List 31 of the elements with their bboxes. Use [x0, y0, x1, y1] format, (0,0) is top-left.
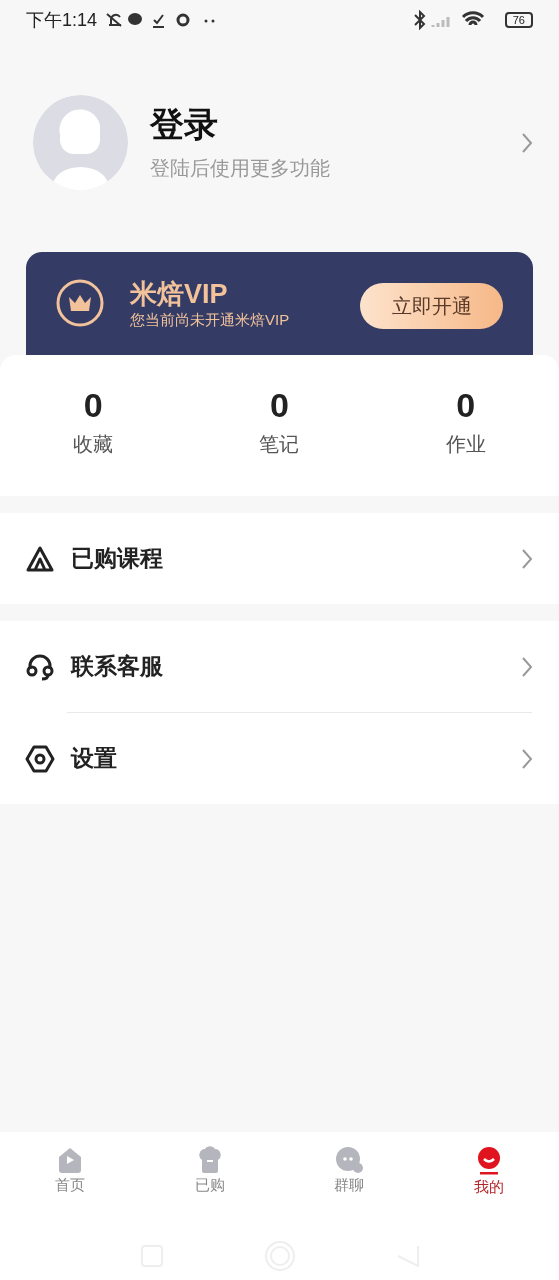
crown-icon — [56, 279, 104, 327]
stat-label[interactable]: 收藏 — [73, 429, 114, 459]
chat-bubble-icon — [334, 1146, 365, 1174]
tab[interactable]: 我的 — [419, 1132, 559, 1210]
vip-title: 米焙VIP — [130, 279, 229, 309]
menu-item[interactable]: 设置 — [0, 713, 559, 804]
chevron-right-icon — [521, 655, 533, 678]
status-time: 下午1:14 — [26, 8, 98, 32]
chevron-right-icon — [521, 547, 533, 570]
stat-value[interactable]: 0 — [270, 385, 289, 425]
tab[interactable]: 已购 — [139, 1132, 280, 1210]
tent-icon — [25, 544, 55, 573]
login-subtitle: 登陆后使用更多功能 — [150, 155, 331, 181]
menu-label: 联系客服 — [71, 652, 164, 682]
vip-subtitle: 您当前尚未开通米焙VIP — [130, 310, 291, 330]
tab[interactable]: 首页 — [0, 1132, 140, 1210]
menu-item[interactable]: 联系客服 — [0, 621, 559, 712]
login-title[interactable]: 登录 — [150, 102, 521, 145]
settings-icon — [25, 743, 55, 774]
tab[interactable]: 群聊 — [279, 1132, 420, 1210]
stat-label[interactable]: 作业 — [445, 429, 486, 459]
chevron-right-icon — [521, 131, 533, 154]
battery-indicator: 76 — [504, 12, 533, 28]
menu-label: 已购课程 — [71, 544, 164, 574]
stat-label[interactable]: 笔记 — [259, 429, 300, 459]
menu-label: 设置 — [71, 744, 118, 774]
stat-value[interactable]: 0 — [83, 385, 103, 425]
chevron-right-icon — [521, 747, 533, 770]
stat-value[interactable]: 0 — [456, 385, 476, 425]
menu-item[interactable]: 已购课程 — [0, 513, 559, 604]
activate-button[interactable]: 立即开通 — [360, 283, 503, 329]
